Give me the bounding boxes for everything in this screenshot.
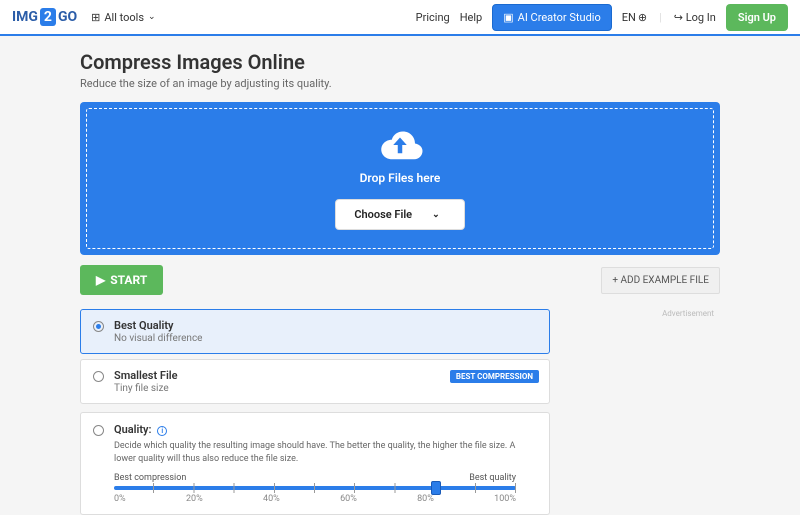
best-compression-badge: BEST COMPRESSION (450, 370, 539, 383)
all-tools-menu[interactable]: ⊞ All tools ⌄ (91, 11, 155, 24)
tick-0: 0% (114, 494, 126, 504)
language-selector[interactable]: EN ⊕ (622, 11, 647, 24)
dropzone[interactable]: Drop Files here Choose File ⌄ (80, 102, 720, 255)
tick-60: 60% (340, 494, 357, 504)
ai-creator-label: AI Creator Studio (518, 11, 601, 24)
start-label: START (110, 273, 147, 287)
slider-label-right: Best quality (469, 473, 516, 483)
globe-icon: ⊕ (638, 11, 647, 24)
quality-slider[interactable] (114, 486, 516, 490)
radio-smallest-file[interactable] (93, 371, 104, 382)
options-column: Best Quality No visual difference Smalle… (80, 309, 550, 515)
slider-ticks: 0% 20% 40% 60% 80% 100% (114, 494, 516, 504)
divider: | (659, 11, 662, 24)
options-wrap: Best Quality No visual difference Smalle… (80, 309, 720, 515)
quality-header[interactable]: Quality: i (93, 423, 537, 436)
language-label: EN (622, 11, 636, 24)
slider-label-left: Best compression (114, 473, 186, 483)
logo-text-right: GO (58, 9, 77, 25)
all-tools-label: All tools (104, 11, 144, 24)
choose-file-button[interactable]: Choose File ⌄ (335, 199, 464, 230)
header-right: Pricing Help ▣ AI Creator Studio EN ⊕ | … (416, 4, 788, 31)
info-icon[interactable]: i (157, 426, 167, 436)
drop-text: Drop Files here (360, 171, 441, 185)
signup-button[interactable]: Sign Up (726, 4, 788, 31)
sparkle-icon: ▣ (503, 11, 513, 24)
pricing-link[interactable]: Pricing (416, 11, 450, 24)
logo-badge: 2 (40, 8, 56, 26)
quality-title-text: Quality: (114, 423, 152, 436)
page-title: Compress Images Online (80, 50, 720, 74)
radio-best-quality[interactable] (93, 321, 104, 332)
option-desc: Tiny file size (114, 383, 178, 394)
play-icon: ▶ (96, 273, 105, 287)
tick-100: 100% (494, 494, 516, 504)
dropzone-inner: Drop Files here Choose File ⌄ (86, 108, 714, 249)
quality-desc: Decide which quality the resulting image… (114, 440, 537, 465)
option-title: Smallest File (114, 369, 178, 382)
add-example-button[interactable]: + ADD EXAMPLE FILE (601, 267, 720, 294)
grid-icon: ⊞ (91, 11, 100, 24)
logo[interactable]: IMG 2 GO (12, 8, 77, 26)
login-link[interactable]: ↪ Log In (674, 11, 716, 24)
chevron-down-icon: ⌄ (148, 12, 156, 22)
advertisement-label: Advertisement (564, 309, 714, 515)
option-desc: No visual difference (114, 333, 203, 344)
page-subtitle: Reduce the size of an image by adjusting… (80, 77, 720, 90)
cloud-upload-icon (376, 127, 424, 163)
main-container: Compress Images Online Reduce the size o… (0, 36, 800, 515)
top-header: IMG 2 GO ⊞ All tools ⌄ Pricing Help ▣ AI… (0, 0, 800, 36)
quality-title: Quality: i (114, 423, 167, 436)
slider-labels: Best compression Best quality (114, 473, 516, 483)
choose-file-label: Choose File (354, 208, 412, 221)
slider-thumb[interactable] (431, 481, 441, 495)
tick-20: 20% (186, 494, 203, 504)
login-label: Log In (686, 11, 716, 24)
start-button[interactable]: ▶ START (80, 265, 163, 295)
option-smallest-file[interactable]: Smallest File Tiny file size BEST COMPRE… (80, 359, 550, 404)
tick-80: 80% (417, 494, 434, 504)
option-title: Best Quality (114, 319, 203, 332)
option-best-quality[interactable]: Best Quality No visual difference (80, 309, 550, 354)
action-row: ▶ START + ADD EXAMPLE FILE (80, 265, 720, 295)
tick-40: 40% (263, 494, 280, 504)
ai-creator-button[interactable]: ▣ AI Creator Studio (492, 4, 611, 31)
help-link[interactable]: Help (460, 11, 483, 24)
chevron-down-icon: ⌄ (432, 210, 440, 220)
radio-quality[interactable] (93, 425, 104, 436)
logo-text-left: IMG (12, 9, 38, 25)
